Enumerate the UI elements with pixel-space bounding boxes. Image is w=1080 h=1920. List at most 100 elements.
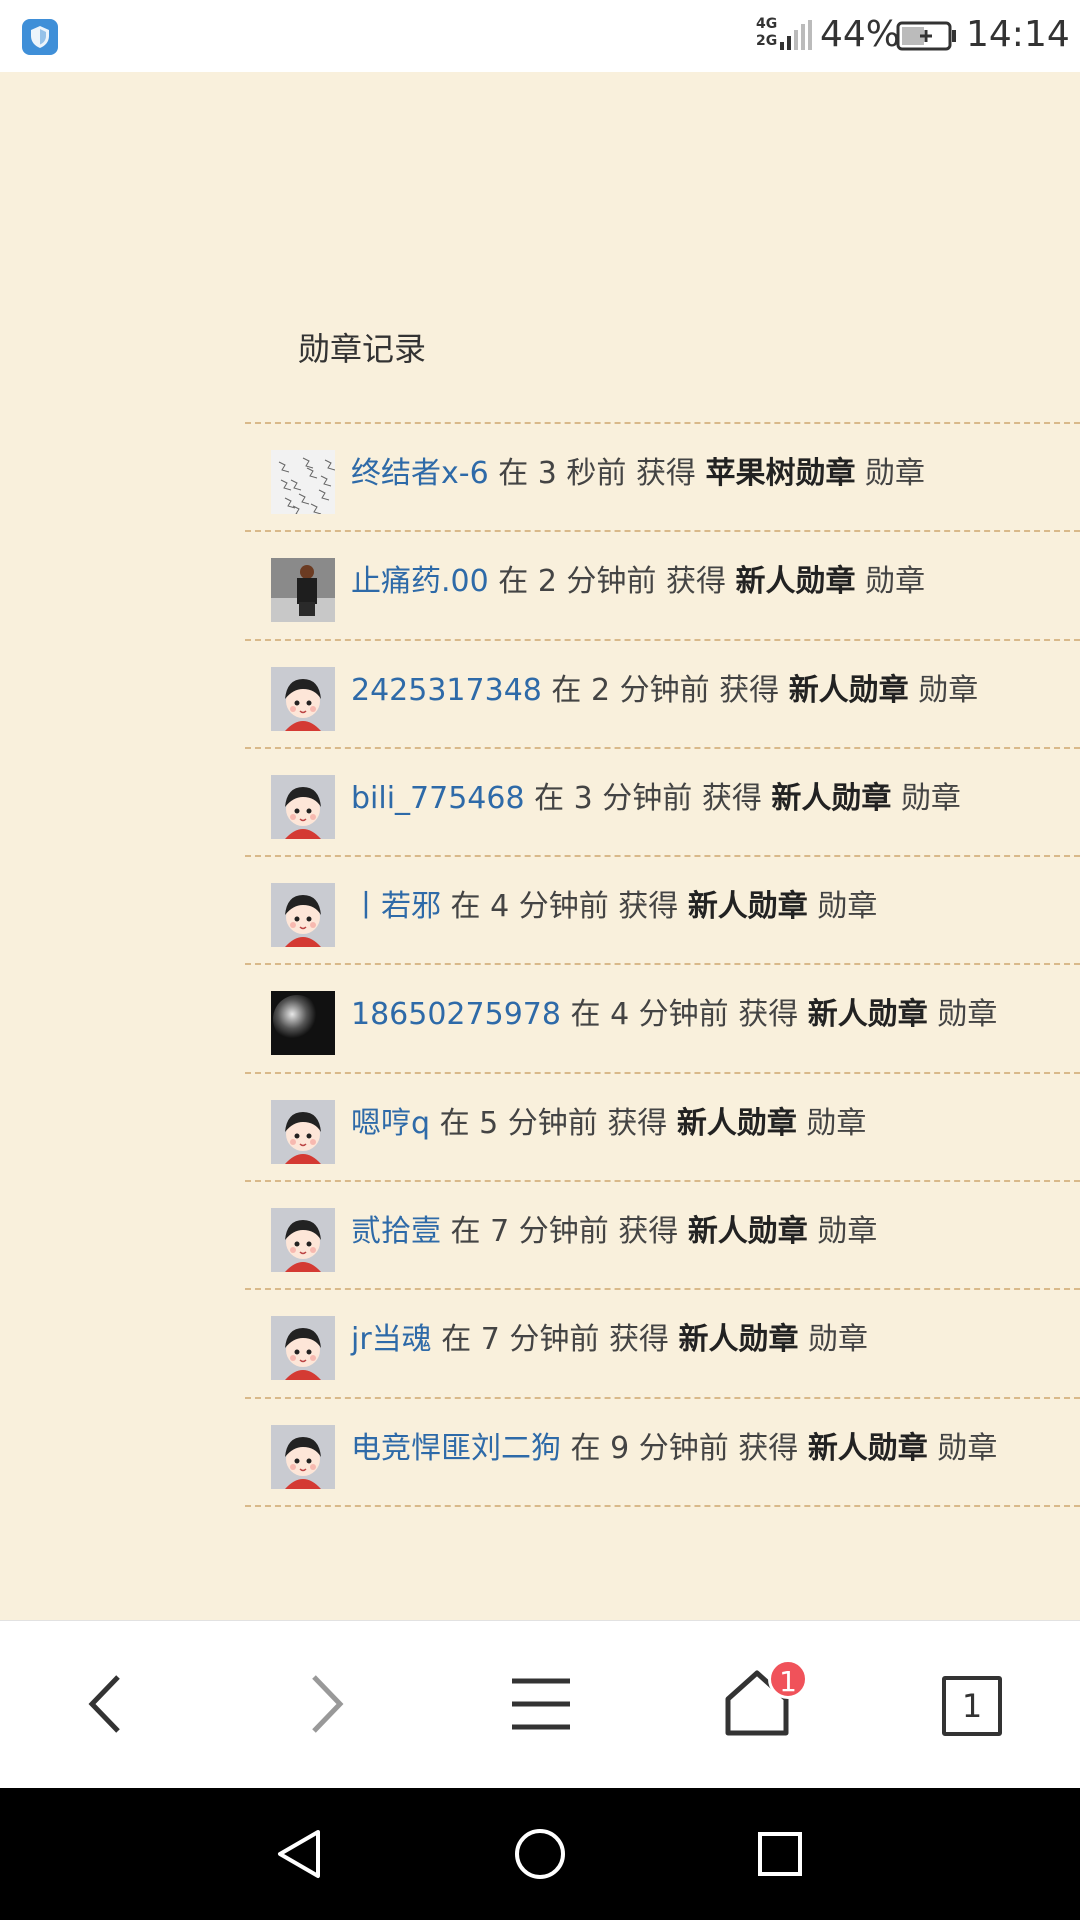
browser-toolbar: 1 1 bbox=[0, 1620, 1080, 1788]
clock: 14:14 bbox=[966, 14, 1070, 55]
record-at: 在 bbox=[498, 564, 529, 600]
record-suffix: 勋章 bbox=[937, 997, 998, 1033]
record-time: 7 分钟前 bbox=[480, 1322, 600, 1358]
list-item: 18650275978 在 4 分钟前 获得 新人勋章 勋章 bbox=[245, 965, 1080, 1074]
username-link[interactable]: 18650275978 bbox=[351, 997, 561, 1032]
battery-charging-icon bbox=[896, 21, 958, 51]
record-suffix: 勋章 bbox=[817, 889, 878, 925]
record-time: 9 分钟前 bbox=[610, 1430, 729, 1466]
badge-name: 苹果树勋章 bbox=[705, 456, 856, 491]
record-text: 嗯哼q 在 5 分钟前 获得 新人勋章 勋章 bbox=[351, 1104, 866, 1144]
record-text: 18650275978 在 4 分钟前 获得 新人勋章 勋章 bbox=[351, 995, 997, 1035]
shield-app-icon bbox=[22, 19, 58, 55]
list-item: 2425317348 在 2 分钟前 获得 新人勋章 勋章 bbox=[245, 641, 1080, 749]
circle-home-icon[interactable] bbox=[510, 1824, 570, 1884]
record-at: 在 bbox=[498, 456, 529, 491]
triangle-back-icon[interactable] bbox=[270, 1824, 330, 1884]
avatar[interactable] bbox=[271, 666, 335, 731]
record-at: 在 bbox=[570, 997, 601, 1033]
record-obtain: 获得 bbox=[618, 1214, 679, 1250]
username-link[interactable]: 止痛药.00 bbox=[351, 564, 489, 599]
record-suffix: 勋章 bbox=[865, 564, 926, 600]
record-obtain: 获得 bbox=[719, 672, 780, 708]
medal-record-list: 终结者x-6 在 3 秒前 获得 苹果树勋章 勋章 止痛药.00 在 2 分钟前 … bbox=[245, 424, 1080, 1507]
record-suffix: 勋章 bbox=[900, 780, 961, 816]
list-item: 终结者x-6 在 3 秒前 获得 苹果树勋章 勋章 bbox=[245, 424, 1080, 533]
record-obtain: 获得 bbox=[738, 1430, 799, 1466]
record-obtain: 获得 bbox=[701, 780, 762, 816]
avatar[interactable] bbox=[271, 1316, 335, 1381]
record-suffix: 勋章 bbox=[937, 1430, 998, 1466]
badge-name: 新人勋章 bbox=[807, 1430, 928, 1466]
tabs-icon[interactable]: 1 bbox=[942, 1676, 1002, 1736]
username-link[interactable]: 电竞悍匪刘二狗 bbox=[351, 1431, 561, 1466]
username-link[interactable]: 终结者x-6 bbox=[351, 456, 489, 491]
record-text: 电竞悍匪刘二狗 在 9 分钟前 获得 新人勋章 勋章 bbox=[351, 1429, 997, 1469]
record-at: 在 bbox=[570, 1430, 601, 1466]
username-link[interactable]: 贰拾壹 bbox=[351, 1214, 441, 1249]
notification-badge: 1 bbox=[768, 1659, 808, 1699]
badge-name: 新人勋章 bbox=[687, 1214, 808, 1250]
record-at: 在 bbox=[450, 889, 481, 925]
avatar[interactable] bbox=[271, 1099, 335, 1164]
record-text: 2425317348 在 2 分钟前 获得 新人勋章 勋章 bbox=[351, 671, 978, 711]
badge-name: 新人勋章 bbox=[735, 564, 856, 600]
list-item: 止痛药.00 在 2 分钟前 获得 新人勋章 勋章 bbox=[245, 532, 1080, 641]
list-item: jr当魂 在 7 分钟前 获得 新人勋章 勋章 bbox=[245, 1290, 1080, 1399]
record-obtain: 获得 bbox=[608, 1322, 669, 1358]
page-content: 勋章记录 终结者x-6 在 3 秒前 获得 苹果树勋章 勋章 止痛药.00 在 2… bbox=[0, 72, 1080, 1620]
badge-name: 新人勋章 bbox=[771, 780, 892, 816]
record-time: 5 分钟前 bbox=[479, 1105, 598, 1141]
avatar[interactable] bbox=[271, 1424, 335, 1489]
username-link[interactable]: 2425317348 bbox=[351, 673, 542, 708]
back-icon[interactable] bbox=[62, 1659, 152, 1749]
record-suffix: 勋章 bbox=[808, 1322, 869, 1358]
username-link[interactable]: bili_775468 bbox=[351, 781, 525, 816]
avatar[interactable] bbox=[271, 1208, 335, 1273]
record-time: 2 分钟前 bbox=[537, 564, 657, 600]
signal-icon: 4G 2G bbox=[756, 16, 812, 54]
list-item: 电竞悍匪刘二狗 在 9 分钟前 获得 新人勋章 勋章 bbox=[245, 1399, 1080, 1507]
record-at: 在 bbox=[534, 780, 565, 816]
system-nav-bar bbox=[0, 1788, 1080, 1920]
list-item: 丨若邪 在 4 分钟前 获得 新人勋章 勋章 bbox=[245, 857, 1080, 966]
badge-name: 新人勋章 bbox=[687, 889, 808, 925]
record-time: 3 秒前 bbox=[537, 456, 627, 491]
battery-percent: 44% bbox=[820, 14, 901, 55]
forward-icon[interactable] bbox=[280, 1659, 370, 1749]
avatar[interactable] bbox=[271, 450, 335, 514]
record-obtain: 获得 bbox=[665, 564, 726, 600]
square-recent-icon[interactable] bbox=[750, 1824, 810, 1884]
record-text: 终结者x-6 在 3 秒前 获得 苹果树勋章 勋章 bbox=[351, 454, 925, 494]
menu-icon[interactable] bbox=[496, 1659, 586, 1749]
avatar[interactable] bbox=[271, 883, 335, 948]
record-suffix: 勋章 bbox=[817, 1214, 878, 1250]
record-time: 2 分钟前 bbox=[590, 672, 710, 708]
record-text: jr当魂 在 7 分钟前 获得 新人勋章 勋章 bbox=[351, 1320, 868, 1360]
record-at: 在 bbox=[439, 1105, 470, 1141]
record-time: 7 分钟前 bbox=[490, 1214, 609, 1250]
badge-name: 新人勋章 bbox=[678, 1322, 799, 1358]
username-link[interactable]: 嗯哼q bbox=[351, 1106, 430, 1141]
record-time: 4 分钟前 bbox=[610, 997, 729, 1033]
record-suffix: 勋章 bbox=[918, 672, 979, 708]
record-text: 贰拾壹 在 7 分钟前 获得 新人勋章 勋章 bbox=[351, 1212, 877, 1252]
list-item: 嗯哼q 在 5 分钟前 获得 新人勋章 勋章 bbox=[245, 1074, 1080, 1183]
record-obtain: 获得 bbox=[607, 1105, 668, 1141]
record-at: 在 bbox=[450, 1214, 481, 1250]
section-title: 勋章记录 bbox=[298, 330, 427, 368]
record-at: 在 bbox=[441, 1322, 472, 1358]
record-at: 在 bbox=[551, 672, 582, 708]
record-text: bili_775468 在 3 分钟前 获得 新人勋章 勋章 bbox=[351, 779, 961, 819]
badge-name: 新人勋章 bbox=[676, 1105, 797, 1141]
record-text: 止痛药.00 在 2 分钟前 获得 新人勋章 勋章 bbox=[351, 562, 925, 602]
avatar[interactable] bbox=[271, 774, 335, 839]
username-link[interactable]: jr当魂 bbox=[351, 1322, 432, 1357]
record-obtain: 获得 bbox=[738, 997, 799, 1033]
list-item: 贰拾壹 在 7 分钟前 获得 新人勋章 勋章 bbox=[245, 1182, 1080, 1291]
avatar[interactable] bbox=[271, 991, 335, 1056]
username-link[interactable]: 丨若邪 bbox=[351, 889, 441, 924]
avatar[interactable] bbox=[271, 558, 335, 623]
record-suffix: 勋章 bbox=[806, 1105, 867, 1141]
record-time: 4 分钟前 bbox=[490, 889, 609, 925]
